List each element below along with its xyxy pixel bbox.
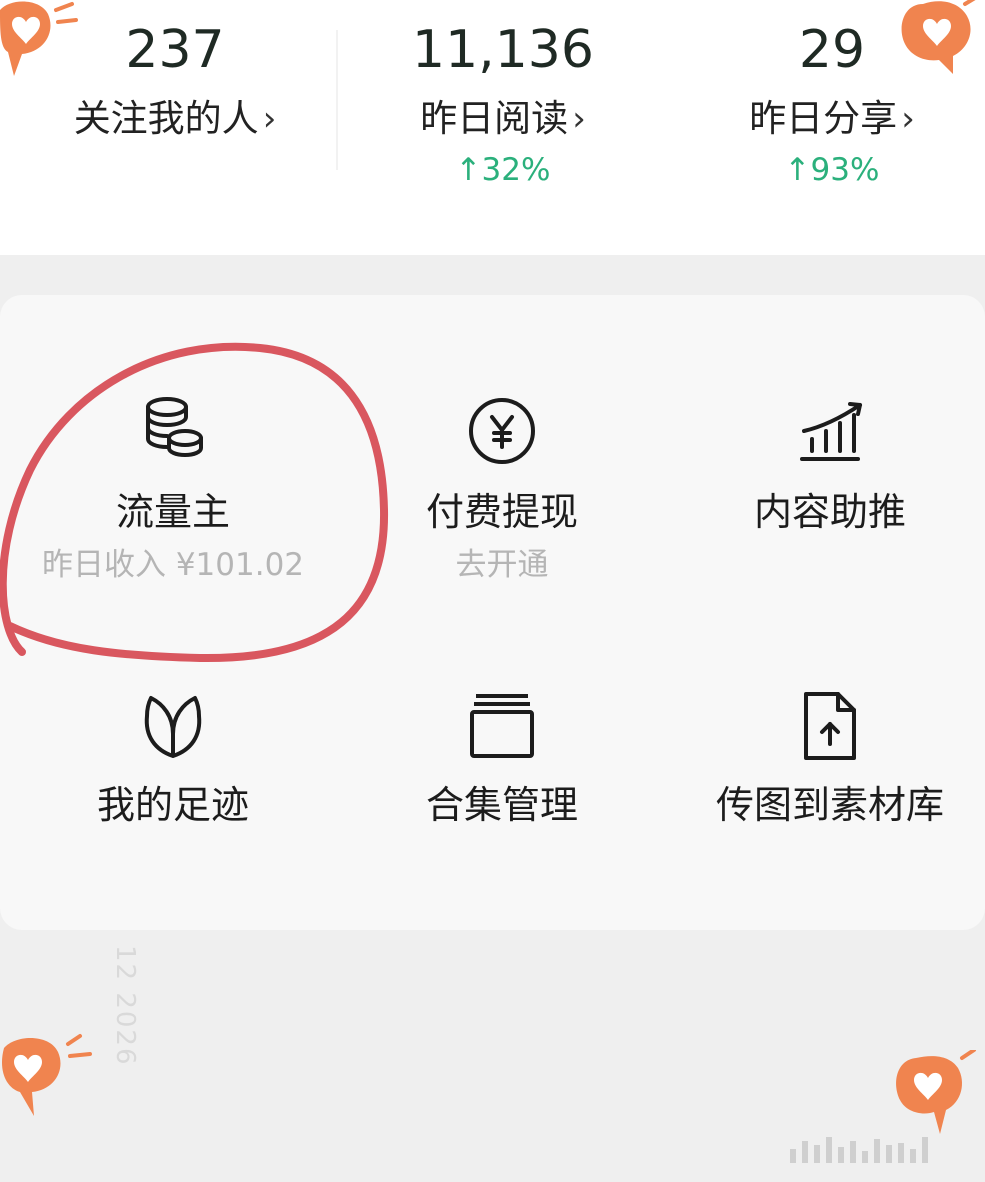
tool-title: 内容助推 (753, 490, 906, 534)
stat-label-text: 昨日阅读 (420, 97, 569, 140)
stat-label: 关注我的人 › (74, 94, 277, 144)
tool-my-footprint[interactable]: 我的足迹 (8, 690, 338, 830)
chevron-right-icon: › (262, 99, 277, 139)
divider (336, 30, 338, 170)
tool-content-boost[interactable]: 内容助推 (665, 395, 985, 537)
stats-card: 237 关注我的人 › 11,136 昨日阅读 › ↑32% 29 昨日分享 ›… (0, 0, 985, 255)
annotation-circle (0, 342, 389, 663)
stat-yesterday-reads[interactable]: 11,136 昨日阅读 › ↑32% (338, 0, 668, 240)
tool-title: 传图到素材库 (715, 783, 944, 827)
chevron-right-icon: › (572, 99, 586, 139)
yen-circle-icon (469, 398, 535, 464)
stat-delta: ↑32% (455, 152, 551, 188)
leaf-icon (144, 696, 202, 758)
stat-label-text: 昨日分享 (749, 97, 898, 140)
tool-upload-to-library[interactable]: 传图到素材库 (665, 690, 985, 830)
stat-label: 昨日分享 › (749, 94, 915, 144)
stat-label-text: 关注我的人 (73, 97, 259, 140)
chevron-right-icon: › (901, 99, 915, 139)
growth-chart-icon (800, 402, 862, 461)
stat-value: 11,136 (412, 20, 594, 80)
tool-title: 合集管理 (425, 783, 578, 827)
tool-collection-manage[interactable]: 合集管理 (337, 690, 667, 830)
heart-bubble-icon (0, 1, 78, 77)
heart-bubble-icon (1, 1034, 92, 1116)
stat-delta: ↑93% (784, 152, 880, 188)
heart-bubble-icon (896, 1050, 976, 1134)
collection-icon (470, 694, 534, 758)
watermark-bars (790, 1135, 970, 1163)
tool-title: 我的足迹 (96, 783, 249, 827)
upload-file-icon (804, 692, 856, 760)
watermark-text: 12 2026 (110, 945, 140, 1067)
heart-bubble-icon (901, 0, 976, 74)
stat-label: 昨日阅读 › (420, 94, 586, 144)
